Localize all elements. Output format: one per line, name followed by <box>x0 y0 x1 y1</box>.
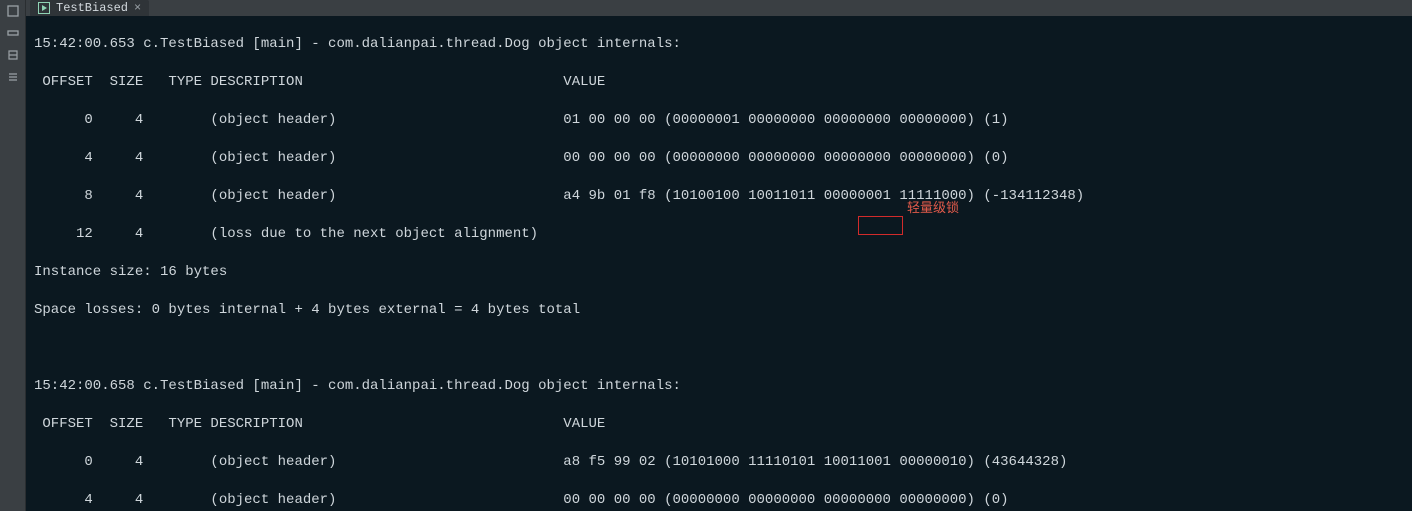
gutter-icon[interactable] <box>0 44 26 66</box>
log-line: OFFSET SIZE TYPE DESCRIPTION VALUE <box>34 73 1404 92</box>
log-blank <box>34 339 1404 358</box>
left-gutter <box>0 0 26 511</box>
app-root: TestBiased × 15:42:00.653 c.TestBiased [… <box>0 0 1412 511</box>
tab-close-icon[interactable]: × <box>134 1 141 15</box>
log-line: 15:42:00.653 c.TestBiased [main] - com.d… <box>34 35 1404 54</box>
tab-testbiased[interactable]: TestBiased × <box>30 0 149 16</box>
log-line: 0 4 (object header) a8 f5 99 02 (1010100… <box>34 453 1404 472</box>
log-line: Space losses: 0 bytes internal + 4 bytes… <box>34 301 1404 320</box>
tab-title: TestBiased <box>56 1 128 15</box>
run-tab-icon <box>38 2 50 14</box>
log-line: 0 4 (object header) 01 00 00 00 (0000000… <box>34 111 1404 130</box>
log-line: OFFSET SIZE TYPE DESCRIPTION VALUE <box>34 415 1404 434</box>
log-line: 12 4 (loss due to the next object alignm… <box>34 225 1404 244</box>
gutter-icon[interactable] <box>0 66 26 88</box>
main-area: TestBiased × 15:42:00.653 c.TestBiased [… <box>26 0 1412 511</box>
log-line: 4 4 (object header) 00 00 00 00 (0000000… <box>34 149 1404 168</box>
log-line: 4 4 (object header) 00 00 00 00 (0000000… <box>34 491 1404 510</box>
log-line: 15:42:00.658 c.TestBiased [main] - com.d… <box>34 377 1404 396</box>
log-line: 8 4 (object header) a4 9b 01 f8 (1010010… <box>34 187 1404 206</box>
gutter-icon[interactable] <box>0 0 26 22</box>
tab-bar: TestBiased × <box>26 0 1412 16</box>
console-output[interactable]: 15:42:00.653 c.TestBiased [main] - com.d… <box>26 16 1412 511</box>
gutter-icon[interactable] <box>0 22 26 44</box>
log-line: Instance size: 16 bytes <box>34 263 1404 282</box>
